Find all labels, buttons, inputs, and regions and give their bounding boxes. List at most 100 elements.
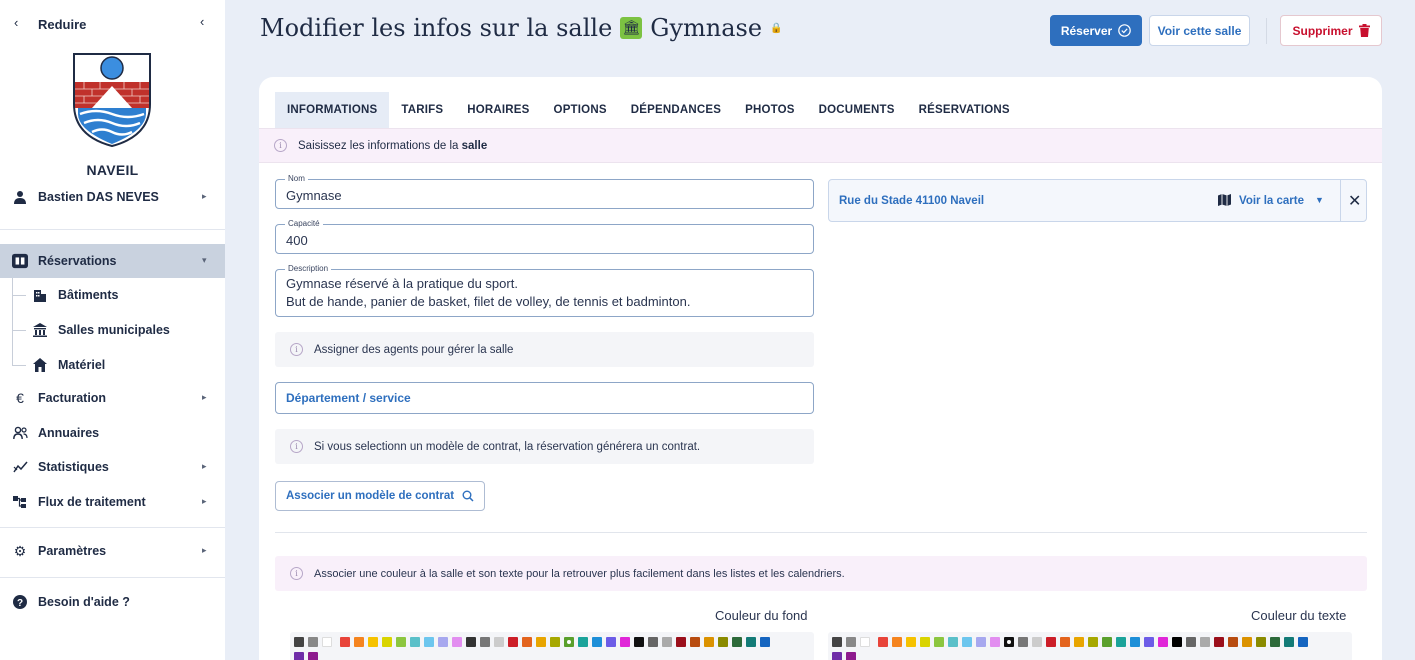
background-color-swatch[interactable] xyxy=(308,637,318,647)
tab-documents[interactable]: DOCUMENTS xyxy=(807,92,907,128)
background-color-swatch[interactable] xyxy=(452,637,462,647)
reserve-button[interactable]: Réserver xyxy=(1050,15,1142,46)
background-color-swatch[interactable] xyxy=(760,637,770,647)
text-color-swatch[interactable] xyxy=(1004,637,1014,647)
text-color-swatch[interactable] xyxy=(1186,637,1196,647)
text-color-swatch[interactable] xyxy=(1116,637,1126,647)
text-color-swatch[interactable] xyxy=(948,637,958,647)
text-color-swatch[interactable] xyxy=(1060,637,1070,647)
background-color-swatch[interactable] xyxy=(648,637,658,647)
background-color-swatch[interactable] xyxy=(396,637,406,647)
tab-reservations[interactable]: RÉSERVATIONS xyxy=(907,92,1022,128)
sidebar-item-help[interactable]: ? Besoin d'aide ? xyxy=(0,585,225,619)
sidebar-item-billing[interactable]: € Facturation ▸ xyxy=(0,381,225,415)
tab-options[interactable]: OPTIONS xyxy=(542,92,619,128)
background-color-swatch[interactable] xyxy=(732,637,742,647)
caret-down-icon[interactable]: ▼ xyxy=(1315,195,1324,205)
background-color-swatch[interactable] xyxy=(522,637,532,647)
background-color-swatch[interactable] xyxy=(340,637,350,647)
background-color-swatch[interactable] xyxy=(718,637,728,647)
background-color-swatch[interactable] xyxy=(578,637,588,647)
background-color-swatch[interactable] xyxy=(662,637,672,647)
tab-tarifs[interactable]: TARIFS xyxy=(389,92,455,128)
address-field[interactable]: Rue du Stade 41100 Naveil Voir la carte … xyxy=(828,179,1367,222)
view-room-button[interactable]: Voir cette salle xyxy=(1149,15,1250,46)
text-color-swatch[interactable] xyxy=(1088,637,1098,647)
view-map-link[interactable]: Voir la carte xyxy=(1239,195,1304,207)
background-color-swatch[interactable] xyxy=(438,637,448,647)
sidebar-item-settings[interactable]: ⚙ Paramètres ▸ xyxy=(0,534,225,568)
background-color-swatch[interactable] xyxy=(634,637,644,647)
text-color-swatch[interactable] xyxy=(1158,637,1168,647)
text-color-swatch[interactable] xyxy=(846,652,856,660)
text-color-swatch[interactable] xyxy=(934,637,944,647)
background-color-swatch[interactable] xyxy=(294,637,304,647)
text-color-swatch[interactable] xyxy=(1242,637,1252,647)
text-color-swatch[interactable] xyxy=(846,637,856,647)
text-color-swatch[interactable] xyxy=(1018,637,1028,647)
background-color-swatch[interactable] xyxy=(606,637,616,647)
collapse-sidebar-button[interactable]: ‹ Reduire ‹ xyxy=(0,8,225,38)
text-color-swatch[interactable] xyxy=(976,637,986,647)
background-color-swatch[interactable] xyxy=(308,652,318,660)
text-color-swatch[interactable] xyxy=(860,637,870,647)
description-field[interactable]: Description Gymnase réservé à la pratiqu… xyxy=(275,264,814,317)
sidebar-item-equipment[interactable]: Matériel xyxy=(0,348,225,382)
text-color-swatch[interactable] xyxy=(1144,637,1154,647)
tab-photos[interactable]: PHOTOS xyxy=(733,92,807,128)
background-color-swatch[interactable] xyxy=(322,637,332,647)
background-color-swatch[interactable] xyxy=(354,637,364,647)
background-color-swatch[interactable] xyxy=(564,637,574,647)
text-color-swatch[interactable] xyxy=(1214,637,1224,647)
background-color-swatch[interactable] xyxy=(536,637,546,647)
text-color-swatch[interactable] xyxy=(906,637,916,647)
background-color-swatch[interactable] xyxy=(676,637,686,647)
text-color-swatch[interactable] xyxy=(1200,637,1210,647)
text-color-swatch[interactable] xyxy=(1284,637,1294,647)
close-icon[interactable]: ✕ xyxy=(1348,191,1361,211)
user-menu[interactable]: Bastien DAS NEVES ▸ xyxy=(0,180,225,214)
background-color-swatch[interactable] xyxy=(368,637,378,647)
sidebar-item-buildings[interactable]: Bâtiments xyxy=(0,278,225,312)
department-select[interactable]: Département / service xyxy=(275,382,814,414)
text-color-swatch[interactable] xyxy=(878,637,888,647)
text-color-swatch[interactable] xyxy=(1102,637,1112,647)
capacity-field[interactable]: Capacité 400 xyxy=(275,219,814,254)
background-color-swatch[interactable] xyxy=(480,637,490,647)
background-color-swatch[interactable] xyxy=(466,637,476,647)
background-color-swatch[interactable] xyxy=(620,637,630,647)
sidebar-item-municipal-rooms[interactable]: Salles municipales xyxy=(0,313,225,347)
text-color-swatch[interactable] xyxy=(832,637,842,647)
text-color-swatch[interactable] xyxy=(832,652,842,660)
text-color-swatch[interactable] xyxy=(962,637,972,647)
text-color-swatch[interactable] xyxy=(1298,637,1308,647)
text-color-swatch[interactable] xyxy=(1074,637,1084,647)
background-color-swatch[interactable] xyxy=(746,637,756,647)
background-color-swatch[interactable] xyxy=(294,652,304,660)
name-field[interactable]: Nom Gymnase xyxy=(275,174,814,209)
background-color-swatch[interactable] xyxy=(382,637,392,647)
text-color-swatch[interactable] xyxy=(990,637,1000,647)
background-color-swatch[interactable] xyxy=(550,637,560,647)
background-color-swatch[interactable] xyxy=(690,637,700,647)
text-color-swatch[interactable] xyxy=(1228,637,1238,647)
delete-button[interactable]: Supprimer xyxy=(1280,15,1382,46)
text-color-swatch[interactable] xyxy=(892,637,902,647)
tab-horaires[interactable]: HORAIRES xyxy=(455,92,541,128)
tab-dependances[interactable]: DÉPENDANCES xyxy=(619,92,733,128)
text-color-swatch[interactable] xyxy=(1172,637,1182,647)
background-color-swatch[interactable] xyxy=(424,637,434,647)
tab-informations[interactable]: INFORMATIONS xyxy=(275,92,390,128)
text-color-swatch[interactable] xyxy=(1032,637,1042,647)
sidebar-item-workflows[interactable]: Flux de traitement ▸ xyxy=(0,485,225,519)
text-color-swatch[interactable] xyxy=(1270,637,1280,647)
background-color-swatch[interactable] xyxy=(508,637,518,647)
sidebar-item-statistics[interactable]: Statistiques ▸ xyxy=(0,450,225,484)
text-color-swatch[interactable] xyxy=(1046,637,1056,647)
background-color-swatch[interactable] xyxy=(592,637,602,647)
text-color-swatch[interactable] xyxy=(1256,637,1266,647)
background-color-swatch[interactable] xyxy=(704,637,714,647)
sidebar-item-reservations[interactable]: Réservations ▾ xyxy=(0,244,225,278)
sidebar-item-directories[interactable]: Annuaires xyxy=(0,416,225,450)
text-color-swatch[interactable] xyxy=(1130,637,1140,647)
